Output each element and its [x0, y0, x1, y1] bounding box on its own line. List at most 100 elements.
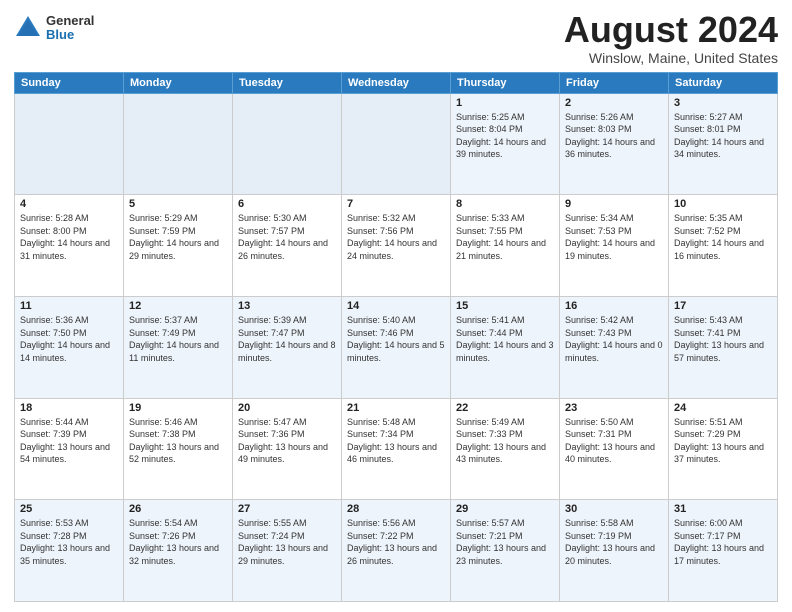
day-number: 25 — [20, 503, 118, 515]
calendar-row-1: 1 Sunrise: 5:25 AM Sunset: 8:04 PM Daylig… — [15, 93, 778, 195]
table-row: 2 Sunrise: 5:26 AM Sunset: 8:03 PM Daylig… — [560, 93, 669, 195]
day-number: 16 — [565, 300, 663, 312]
table-row: 18 Sunrise: 5:44 AM Sunset: 7:39 PM Dayli… — [15, 398, 124, 500]
day-info: Sunrise: 5:56 AM Sunset: 7:22 PM Dayligh… — [347, 517, 445, 567]
day-info: Sunrise: 5:35 AM Sunset: 7:52 PM Dayligh… — [674, 212, 772, 262]
day-info: Sunrise: 5:54 AM Sunset: 7:26 PM Dayligh… — [129, 517, 227, 567]
table-row: 12 Sunrise: 5:37 AM Sunset: 7:49 PM Dayli… — [124, 296, 233, 398]
logo-blue-text: Blue — [46, 28, 94, 42]
col-monday: Monday — [124, 72, 233, 93]
day-number: 1 — [456, 97, 554, 109]
day-info: Sunrise: 5:48 AM Sunset: 7:34 PM Dayligh… — [347, 416, 445, 466]
logo: General Blue — [14, 14, 94, 43]
day-info: Sunrise: 5:28 AM Sunset: 8:00 PM Dayligh… — [20, 212, 118, 262]
day-info: Sunrise: 5:32 AM Sunset: 7:56 PM Dayligh… — [347, 212, 445, 262]
day-info: Sunrise: 5:53 AM Sunset: 7:28 PM Dayligh… — [20, 517, 118, 567]
day-info: Sunrise: 5:34 AM Sunset: 7:53 PM Dayligh… — [565, 212, 663, 262]
table-row: 20Sunrise: 5:47 AM Sunset: 7:36 PM Dayli… — [233, 398, 342, 500]
table-row: 4 Sunrise: 5:28 AM Sunset: 8:00 PM Daylig… — [15, 195, 124, 297]
day-info: Sunrise: 5:29 AM Sunset: 7:59 PM Dayligh… — [129, 212, 227, 262]
day-number: 7 — [347, 198, 445, 210]
day-info: Sunrise: 5:51 AM Sunset: 7:29 PM Dayligh… — [674, 416, 772, 466]
day-number: 9 — [565, 198, 663, 210]
day-number: 18 — [20, 402, 118, 414]
day-info: Sunrise: 5:26 AM Sunset: 8:03 PM Dayligh… — [565, 111, 663, 161]
table-row: 25 Sunrise: 5:53 AM Sunset: 7:28 PM Dayli… — [15, 500, 124, 602]
day-number: 31 — [674, 503, 772, 515]
calendar-row-3: 11 Sunrise: 5:36 AM Sunset: 7:50 PM Dayli… — [15, 296, 778, 398]
col-thursday: Thursday — [451, 72, 560, 93]
table-row: 24Sunrise: 5:51 AM Sunset: 7:29 PM Dayli… — [669, 398, 778, 500]
table-row: 1 Sunrise: 5:25 AM Sunset: 8:04 PM Daylig… — [451, 93, 560, 195]
day-info: Sunrise: 5:57 AM Sunset: 7:21 PM Dayligh… — [456, 517, 554, 567]
table-row: 17Sunrise: 5:43 AM Sunset: 7:41 PM Dayli… — [669, 296, 778, 398]
day-info: Sunrise: 5:36 AM Sunset: 7:50 PM Dayligh… — [20, 314, 118, 364]
table-row — [342, 93, 451, 195]
day-number: 8 — [456, 198, 554, 210]
day-info: Sunrise: 6:00 AM Sunset: 7:17 PM Dayligh… — [674, 517, 772, 567]
logo-icon — [14, 14, 42, 42]
table-row: 11 Sunrise: 5:36 AM Sunset: 7:50 PM Dayli… — [15, 296, 124, 398]
day-info: Sunrise: 5:30 AM Sunset: 7:57 PM Dayligh… — [238, 212, 336, 262]
day-number: 21 — [347, 402, 445, 414]
day-number: 26 — [129, 503, 227, 515]
table-row: 21 Sunrise: 5:48 AM Sunset: 7:34 PM Dayli… — [342, 398, 451, 500]
header-row: Sunday Monday Tuesday Wednesday Thursday… — [15, 72, 778, 93]
table-row: 31 Sunrise: 6:00 AM Sunset: 7:17 PM Dayli… — [669, 500, 778, 602]
day-number: 4 — [20, 198, 118, 210]
calendar-row-5: 25 Sunrise: 5:53 AM Sunset: 7:28 PM Dayli… — [15, 500, 778, 602]
col-wednesday: Wednesday — [342, 72, 451, 93]
day-info: Sunrise: 5:44 AM Sunset: 7:39 PM Dayligh… — [20, 416, 118, 466]
col-saturday: Saturday — [669, 72, 778, 93]
day-info: Sunrise: 5:33 AM Sunset: 7:55 PM Dayligh… — [456, 212, 554, 262]
table-row: 7 Sunrise: 5:32 AM Sunset: 7:56 PM Daylig… — [342, 195, 451, 297]
calendar-row-4: 18 Sunrise: 5:44 AM Sunset: 7:39 PM Dayli… — [15, 398, 778, 500]
day-number: 27 — [238, 503, 336, 515]
day-number: 5 — [129, 198, 227, 210]
table-row: 26 Sunrise: 5:54 AM Sunset: 7:26 PM Dayli… — [124, 500, 233, 602]
table-row: 22Sunrise: 5:49 AM Sunset: 7:33 PM Dayli… — [451, 398, 560, 500]
day-number: 22 — [456, 402, 554, 414]
table-row — [15, 93, 124, 195]
day-number: 20 — [238, 402, 336, 414]
day-number: 11 — [20, 300, 118, 312]
table-row: 9 Sunrise: 5:34 AM Sunset: 7:53 PM Daylig… — [560, 195, 669, 297]
day-info: Sunrise: 5:55 AM Sunset: 7:24 PM Dayligh… — [238, 517, 336, 567]
day-number: 29 — [456, 503, 554, 515]
col-tuesday: Tuesday — [233, 72, 342, 93]
table-row: 28Sunrise: 5:56 AM Sunset: 7:22 PM Dayli… — [342, 500, 451, 602]
table-row: 30Sunrise: 5:58 AM Sunset: 7:19 PM Dayli… — [560, 500, 669, 602]
col-sunday: Sunday — [15, 72, 124, 93]
table-row: 16 Sunrise: 5:42 AM Sunset: 7:43 PM Dayli… — [560, 296, 669, 398]
header: General Blue August 2024 Winslow, Maine,… — [14, 10, 778, 66]
day-number: 17 — [674, 300, 772, 312]
table-row: 15 Sunrise: 5:41 AM Sunset: 7:44 PM Dayli… — [451, 296, 560, 398]
table-row: 23 Sunrise: 5:50 AM Sunset: 7:31 PM Dayli… — [560, 398, 669, 500]
calendar-row-2: 4 Sunrise: 5:28 AM Sunset: 8:00 PM Daylig… — [15, 195, 778, 297]
logo-text: General Blue — [46, 14, 94, 43]
day-info: Sunrise: 5:25 AM Sunset: 8:04 PM Dayligh… — [456, 111, 554, 161]
day-info: Sunrise: 5:42 AM Sunset: 7:43 PM Dayligh… — [565, 314, 663, 364]
table-row: 8 Sunrise: 5:33 AM Sunset: 7:55 PM Daylig… — [451, 195, 560, 297]
day-info: Sunrise: 5:41 AM Sunset: 7:44 PM Dayligh… — [456, 314, 554, 364]
day-number: 10 — [674, 198, 772, 210]
day-number: 3 — [674, 97, 772, 109]
day-number: 15 — [456, 300, 554, 312]
location: Winslow, Maine, United States — [564, 50, 778, 66]
day-info: Sunrise: 5:39 AM Sunset: 7:47 PM Dayligh… — [238, 314, 336, 364]
day-info: Sunrise: 5:40 AM Sunset: 7:46 PM Dayligh… — [347, 314, 445, 364]
day-info: Sunrise: 5:50 AM Sunset: 7:31 PM Dayligh… — [565, 416, 663, 466]
day-info: Sunrise: 5:37 AM Sunset: 7:49 PM Dayligh… — [129, 314, 227, 364]
day-info: Sunrise: 5:27 AM Sunset: 8:01 PM Dayligh… — [674, 111, 772, 161]
day-number: 23 — [565, 402, 663, 414]
logo-general-text: General — [46, 14, 94, 28]
table-row: 13Sunrise: 5:39 AM Sunset: 7:47 PM Dayli… — [233, 296, 342, 398]
title-block: August 2024 Winslow, Maine, United State… — [564, 10, 778, 66]
table-row: 3 Sunrise: 5:27 AM Sunset: 8:01 PM Daylig… — [669, 93, 778, 195]
day-number: 2 — [565, 97, 663, 109]
day-info: Sunrise: 5:46 AM Sunset: 7:38 PM Dayligh… — [129, 416, 227, 466]
col-friday: Friday — [560, 72, 669, 93]
day-number: 12 — [129, 300, 227, 312]
table-row — [233, 93, 342, 195]
table-row: 19Sunrise: 5:46 AM Sunset: 7:38 PM Dayli… — [124, 398, 233, 500]
